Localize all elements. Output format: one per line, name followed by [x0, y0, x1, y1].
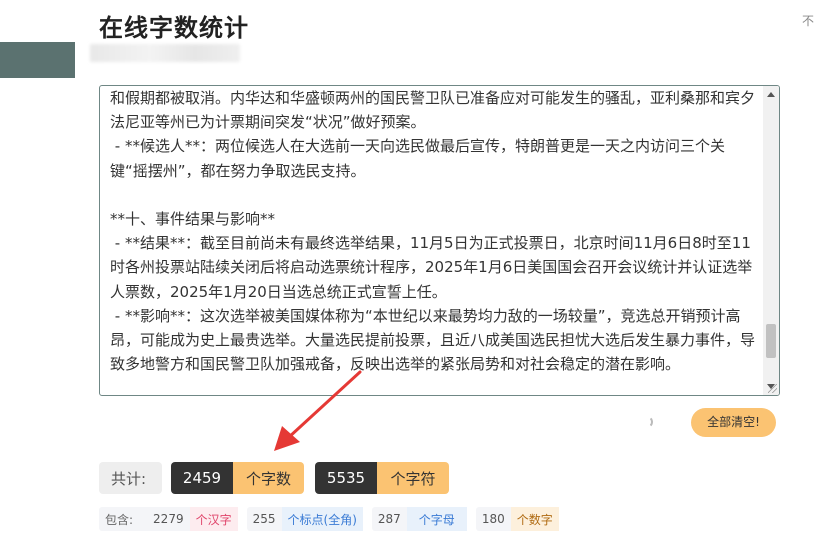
- contains-label: 包含:: [105, 512, 134, 527]
- digits-unit: 个数字: [510, 507, 559, 531]
- detail-breakdown: 包含: 2279 个汉字 255 个标点(全角) 287 个字母 180 个数字: [99, 507, 568, 531]
- digits-tag: 180 个数字: [475, 507, 559, 531]
- char-count-value: 5535: [315, 462, 377, 494]
- hanzi-count: 2279: [153, 512, 184, 526]
- loading-spinner-icon: [641, 416, 653, 428]
- side-panel-block: [0, 42, 75, 78]
- letters-count: 287: [377, 512, 401, 526]
- letters-unit: 个字母: [406, 507, 467, 531]
- punctuation-tag: 255 个标点(全角): [246, 507, 363, 531]
- resize-grip-icon[interactable]: [768, 384, 777, 393]
- stats-bar: 共计: 2459 个字数 5535 个字符: [99, 462, 449, 494]
- text-input-area[interactable]: 和假期都被取消。内华达和华盛顿两州的国民警卫队已准备应对可能发生的骚乱，亚利桑那…: [99, 85, 780, 396]
- contains-label-tag: 包含: 2279 个汉字: [99, 507, 238, 531]
- punctuation-count: 255: [252, 512, 276, 526]
- red-arrow-annotation: [274, 370, 362, 451]
- digits-count: 180: [481, 512, 505, 526]
- scroll-thumb[interactable]: [766, 324, 776, 358]
- word-count-value: 2459: [171, 462, 233, 494]
- scroll-up-icon[interactable]: [767, 92, 775, 97]
- corner-text: 不: [802, 14, 814, 28]
- editor-scrollbar[interactable]: [763, 86, 779, 395]
- total-label: 共计:: [99, 462, 162, 494]
- punctuation-unit: 个标点(全角): [281, 507, 363, 531]
- char-count-unit: 个字符: [377, 462, 449, 494]
- clear-all-button[interactable]: 全部清空!: [691, 408, 776, 437]
- page-title: 在线字数统计: [99, 14, 249, 42]
- editor-content[interactable]: 和假期都被取消。内华达和华盛顿两州的国民警卫队已准备应对可能发生的骚乱，亚利桑那…: [110, 86, 762, 376]
- hanzi-unit: 个汉字: [189, 507, 238, 531]
- word-count-unit: 个字数: [233, 462, 304, 494]
- blurred-subtitle: [90, 44, 240, 62]
- letters-tag: 287 个字母: [371, 507, 467, 531]
